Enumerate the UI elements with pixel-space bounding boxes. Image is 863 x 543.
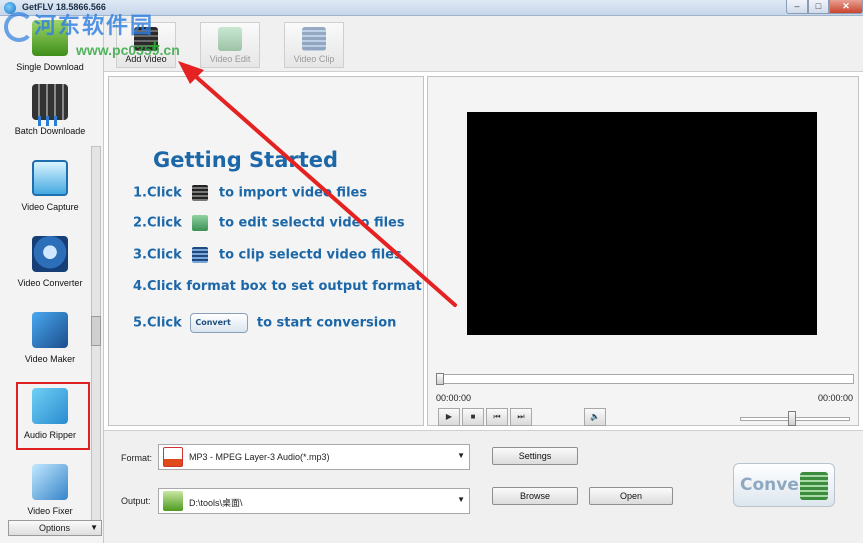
video-preview-screen [467, 112, 817, 335]
getting-started-title: Getting Started [153, 148, 339, 172]
mp3-icon [163, 447, 183, 467]
output-path-dropdown[interactable]: D:\tools\桌面\ ▼ [158, 488, 470, 514]
volume-icon[interactable]: 🔈 [584, 408, 606, 426]
chevron-down-icon: ▼ [457, 451, 465, 460]
step-5-prefix: 5.Click [133, 315, 182, 331]
sidebar-item-label: Batch Downloade [14, 126, 86, 136]
preview-panel: 00:00:00 00:00:00 ▶ ■ ⏮ ⏭ 🔈 [427, 76, 859, 426]
sidebar-item-label: Video Maker [24, 354, 76, 364]
watermark-text: 河东软件园 [34, 14, 155, 39]
video-fixer-icon [32, 464, 68, 500]
convert-film-icon [800, 472, 828, 500]
step-2-text: to edit selectd video files [218, 215, 405, 231]
convert-button[interactable]: Convert [733, 463, 835, 507]
format-label: Format: [121, 453, 153, 463]
sidebar-item-label: Video Converter [17, 278, 83, 288]
add-video-icon [192, 185, 209, 201]
close-button[interactable]: ✕ [829, 0, 863, 14]
video-clip-icon [192, 247, 209, 263]
batch-download-icon [32, 84, 68, 126]
watermark-logo-icon [4, 12, 34, 42]
sidebar-item-video-converter[interactable]: Video Converter [8, 232, 92, 302]
current-time: 00:00:00 [436, 393, 472, 403]
volume-slider-thumb[interactable] [788, 411, 796, 426]
sidebar-item-label: Video Fixer [27, 506, 73, 516]
watermark-url: www.pc0359.cn [76, 42, 180, 58]
stop-button[interactable]: ■ [462, 408, 484, 426]
step-1-text: to import video files [218, 185, 368, 201]
sidebar-item-video-maker[interactable]: Video Maker [8, 308, 92, 378]
video-clip-button[interactable]: Video Clip [284, 22, 344, 68]
video-maker-icon [32, 312, 68, 348]
total-time: 00:00:00 [818, 393, 854, 403]
sidebar-scrollbar-thumb[interactable] [91, 316, 101, 346]
output-settings-panel: Format: MP3 - MPEG Layer-3 Audio(*.mp3) … [104, 430, 863, 543]
video-edit-icon [192, 215, 209, 231]
next-button[interactable]: ⏭ [510, 408, 532, 426]
options-dropdown[interactable]: Options ▼ [8, 520, 102, 536]
step-3: 3.Click to clip selectd video files [133, 247, 402, 263]
video-edit-button[interactable]: Video Edit [200, 22, 260, 68]
sidebar: Single Download Batch Downloade Video Ca… [0, 16, 104, 543]
step-5: 5.Click Convert to start conversion [133, 313, 396, 333]
sidebar-item-video-capture[interactable]: Video Capture [8, 156, 92, 226]
step-2-prefix: 2.Click [133, 215, 182, 231]
output-label: Output: [121, 496, 151, 506]
sidebar-item-label: Single Download [16, 62, 84, 72]
seek-slider[interactable] [436, 374, 854, 384]
step-1: 1.Click to import video files [133, 185, 367, 201]
browse-button[interactable]: Browse [492, 487, 578, 505]
sidebar-item-batch-download[interactable]: Batch Downloade [8, 80, 92, 150]
step-3-text: to clip selectd video files [218, 247, 402, 263]
chevron-down-icon: ▼ [90, 523, 98, 532]
previous-button[interactable]: ⏮ [486, 408, 508, 426]
video-clip-icon [302, 27, 326, 51]
folder-download-icon [163, 491, 183, 511]
convert-mini-icon: Convert [190, 313, 249, 333]
step-2: 2.Click to edit selectd video files [133, 215, 405, 231]
sidebar-item-label: Video Capture [21, 202, 79, 212]
video-capture-icon [32, 160, 68, 196]
maximize-button[interactable]: □ [808, 0, 829, 14]
video-clip-label: Video Clip [293, 54, 335, 64]
seek-slider-thumb[interactable] [436, 373, 444, 385]
step-1-prefix: 1.Click [133, 185, 182, 201]
format-value: MP3 - MPEG Layer-3 Audio(*.mp3) [189, 452, 330, 462]
step-3-prefix: 3.Click [133, 247, 182, 263]
format-dropdown[interactable]: MP3 - MPEG Layer-3 Audio(*.mp3) ▼ [158, 444, 470, 470]
step-4: 4.Click format box to set output format [133, 279, 422, 294]
minimize-button[interactable]: – [786, 0, 808, 14]
video-edit-icon [218, 27, 242, 51]
toolbar: Add Video Video Edit Video Clip [104, 16, 863, 72]
getting-started-panel: Getting Started 1.Click to import video … [108, 76, 424, 426]
settings-button[interactable]: Settings [492, 447, 578, 465]
options-label: Options [39, 523, 71, 533]
video-converter-icon [32, 236, 68, 272]
play-button[interactable]: ▶ [438, 408, 460, 426]
video-edit-label: Video Edit [209, 54, 251, 64]
audio-ripper-highlight [16, 382, 90, 450]
step-5-text: to start conversion [256, 315, 397, 331]
chevron-down-icon: ▼ [457, 495, 465, 504]
output-path-value: D:\tools\桌面\ [189, 498, 243, 508]
open-button[interactable]: Open [589, 487, 673, 505]
